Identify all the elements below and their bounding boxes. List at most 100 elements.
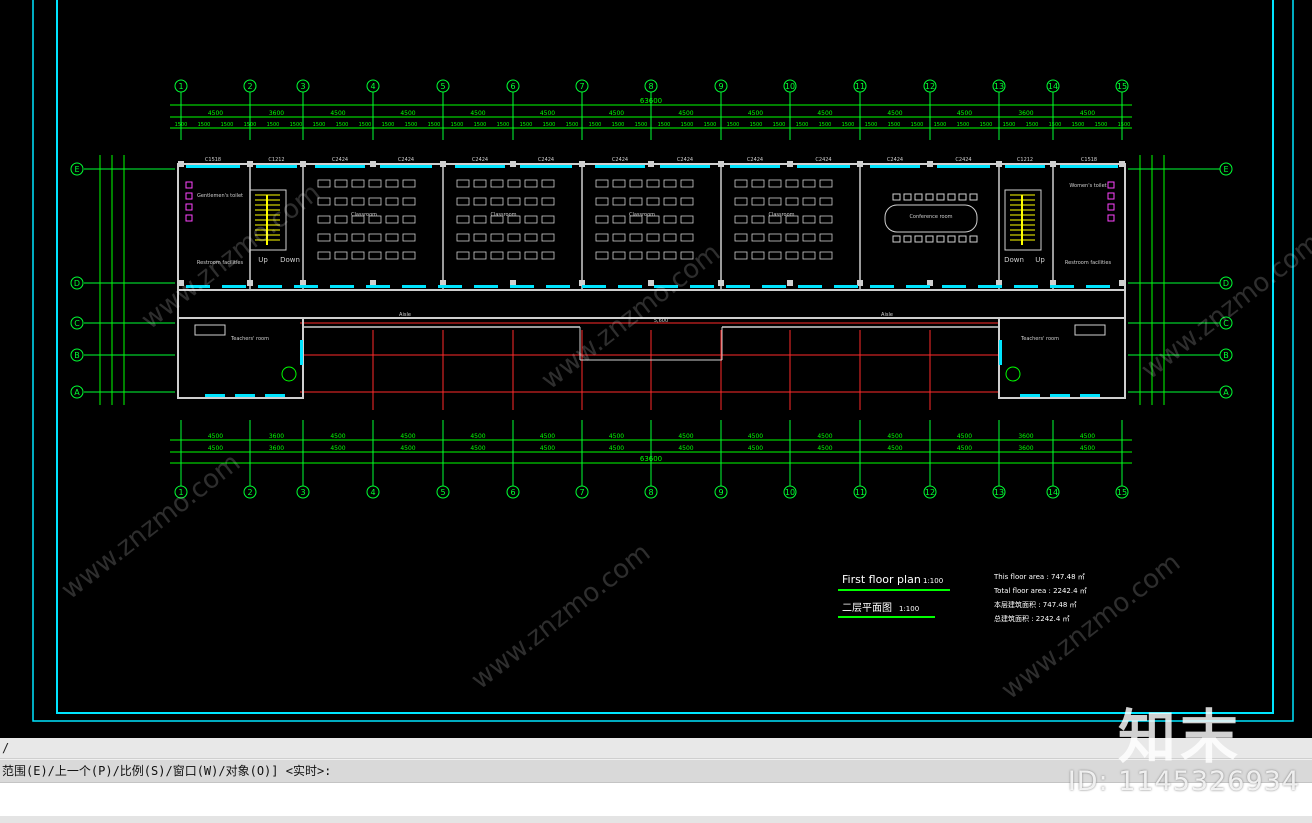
command-history: / xyxy=(0,738,1312,759)
row-label-left-A: A xyxy=(74,388,80,397)
desk xyxy=(402,251,416,260)
desk xyxy=(734,233,748,242)
dim-detail-top: 1500 xyxy=(911,122,924,128)
desk xyxy=(368,233,382,242)
cad-drawing-canvas[interactable]: 6 3600 4500 3600 4500 4500 4500 4500 4500 4500 450… xyxy=(0,0,1312,738)
window-mid xyxy=(402,285,426,288)
toilet-fixture xyxy=(1107,192,1115,200)
desk xyxy=(490,197,504,206)
window-mid xyxy=(294,285,318,288)
desk xyxy=(785,251,799,260)
dim-detail-top: 1500 xyxy=(589,122,602,128)
desk xyxy=(768,233,782,242)
desk xyxy=(802,197,816,206)
dim-detail-top: 1500 xyxy=(1049,122,1062,128)
desk xyxy=(751,233,765,242)
dim-bottom-axis-10: 4500 xyxy=(887,445,902,452)
window-label-top-10: C2424 xyxy=(887,157,903,163)
dim-top-0: 4500 xyxy=(208,110,223,117)
dim-bottom-0: 4500 xyxy=(208,433,223,440)
dim-detail-top: 1500 xyxy=(290,122,303,128)
url-watermark-0: www.znzmo.com xyxy=(56,448,246,606)
room-label-gents: Gentlemen's toilet xyxy=(197,193,243,199)
window-label-top-2: C2424 xyxy=(332,157,348,163)
window-mid xyxy=(1050,285,1074,288)
dim-top-3: 4500 xyxy=(400,110,415,117)
stair-label-down-left: Down xyxy=(280,256,300,264)
desk-teacher xyxy=(194,324,226,336)
desk xyxy=(768,251,782,260)
room-label-classroom-1: Classroom xyxy=(490,212,516,218)
dim-detail-top: 1500 xyxy=(704,122,717,128)
dim-bottom-11: 4500 xyxy=(957,433,972,440)
window-label-top-6: C2424 xyxy=(612,157,628,163)
dim-bottom-axis-0: 4500 xyxy=(208,445,223,452)
desk xyxy=(473,179,487,188)
desk xyxy=(734,197,748,206)
room-label-restroom-right: Restroom facilities xyxy=(1065,260,1112,266)
area-line-1: Total floor area : 2242.4 ㎡ xyxy=(993,587,1087,595)
window-mid xyxy=(330,285,354,288)
url-watermark-5: www.znzmo.com xyxy=(1136,228,1312,386)
desk xyxy=(402,179,416,188)
dim-detail-top: 1500 xyxy=(382,122,395,128)
dim-bottom-axis-6: 4500 xyxy=(609,445,624,452)
dim-detail-top: 1500 xyxy=(842,122,855,128)
window-top-9 xyxy=(797,165,850,168)
desk xyxy=(317,179,331,188)
desk xyxy=(334,179,348,188)
desk xyxy=(751,215,765,224)
desk xyxy=(751,251,765,260)
column-top-10 xyxy=(857,161,863,167)
dim-detail-top: 1500 xyxy=(336,122,349,128)
toilet-fixture xyxy=(185,181,193,189)
axis-label-top-3: 3 xyxy=(300,82,305,91)
dim-bottom-axis-9: 4500 xyxy=(817,445,832,452)
dim-top-13: 4500 xyxy=(1080,110,1095,117)
row-label-right-A: A xyxy=(1223,388,1229,397)
toilet-fixture xyxy=(185,214,193,222)
desk xyxy=(456,179,470,188)
desk xyxy=(768,179,782,188)
dim-detail-top: 1500 xyxy=(796,122,809,128)
desk xyxy=(456,215,470,224)
axis-label-bottom-8: 8 xyxy=(648,488,653,497)
dim-bottom-6: 4500 xyxy=(609,433,624,440)
window-bottom-3 xyxy=(1020,394,1040,397)
axis-label-top-15: 15 xyxy=(1117,82,1127,91)
dim-detail-top: 1500 xyxy=(727,122,740,128)
desk xyxy=(473,251,487,260)
dim-bottom-12: 3600 xyxy=(1018,433,1033,440)
window-bottom-5 xyxy=(1080,394,1100,397)
axis-label-top-9: 9 xyxy=(718,82,723,91)
dim-detail-top: 1500 xyxy=(1072,122,1085,128)
chair xyxy=(925,235,934,243)
window-label-top-11: C2424 xyxy=(955,157,971,163)
chair xyxy=(903,193,912,201)
desk xyxy=(385,179,399,188)
dim-top-7: 4500 xyxy=(678,110,693,117)
stair-label-up-left: Up xyxy=(258,256,268,264)
window-label-top-1: C1212 xyxy=(268,157,284,163)
dim-detail-top: 1500 xyxy=(313,122,326,128)
dim-bottom-4: 4500 xyxy=(470,433,485,440)
dim-top-12: 3600 xyxy=(1018,110,1033,117)
desk xyxy=(785,197,799,206)
window-top-6 xyxy=(595,165,645,168)
desk xyxy=(541,197,555,206)
desk xyxy=(734,251,748,260)
desk xyxy=(541,215,555,224)
url-watermark-1: www.znzmo.com xyxy=(466,538,656,696)
dim-bottom-10: 4500 xyxy=(887,433,902,440)
window-top-12 xyxy=(1005,165,1045,168)
window-mid xyxy=(474,285,498,288)
dim-bottom-axis-5: 4500 xyxy=(540,445,555,452)
window-bottom-2 xyxy=(265,394,285,397)
chair xyxy=(936,193,945,201)
desk xyxy=(680,233,694,242)
desk xyxy=(680,179,694,188)
desk xyxy=(751,197,765,206)
desk xyxy=(612,251,626,260)
desk xyxy=(507,251,521,260)
desk xyxy=(368,251,382,260)
